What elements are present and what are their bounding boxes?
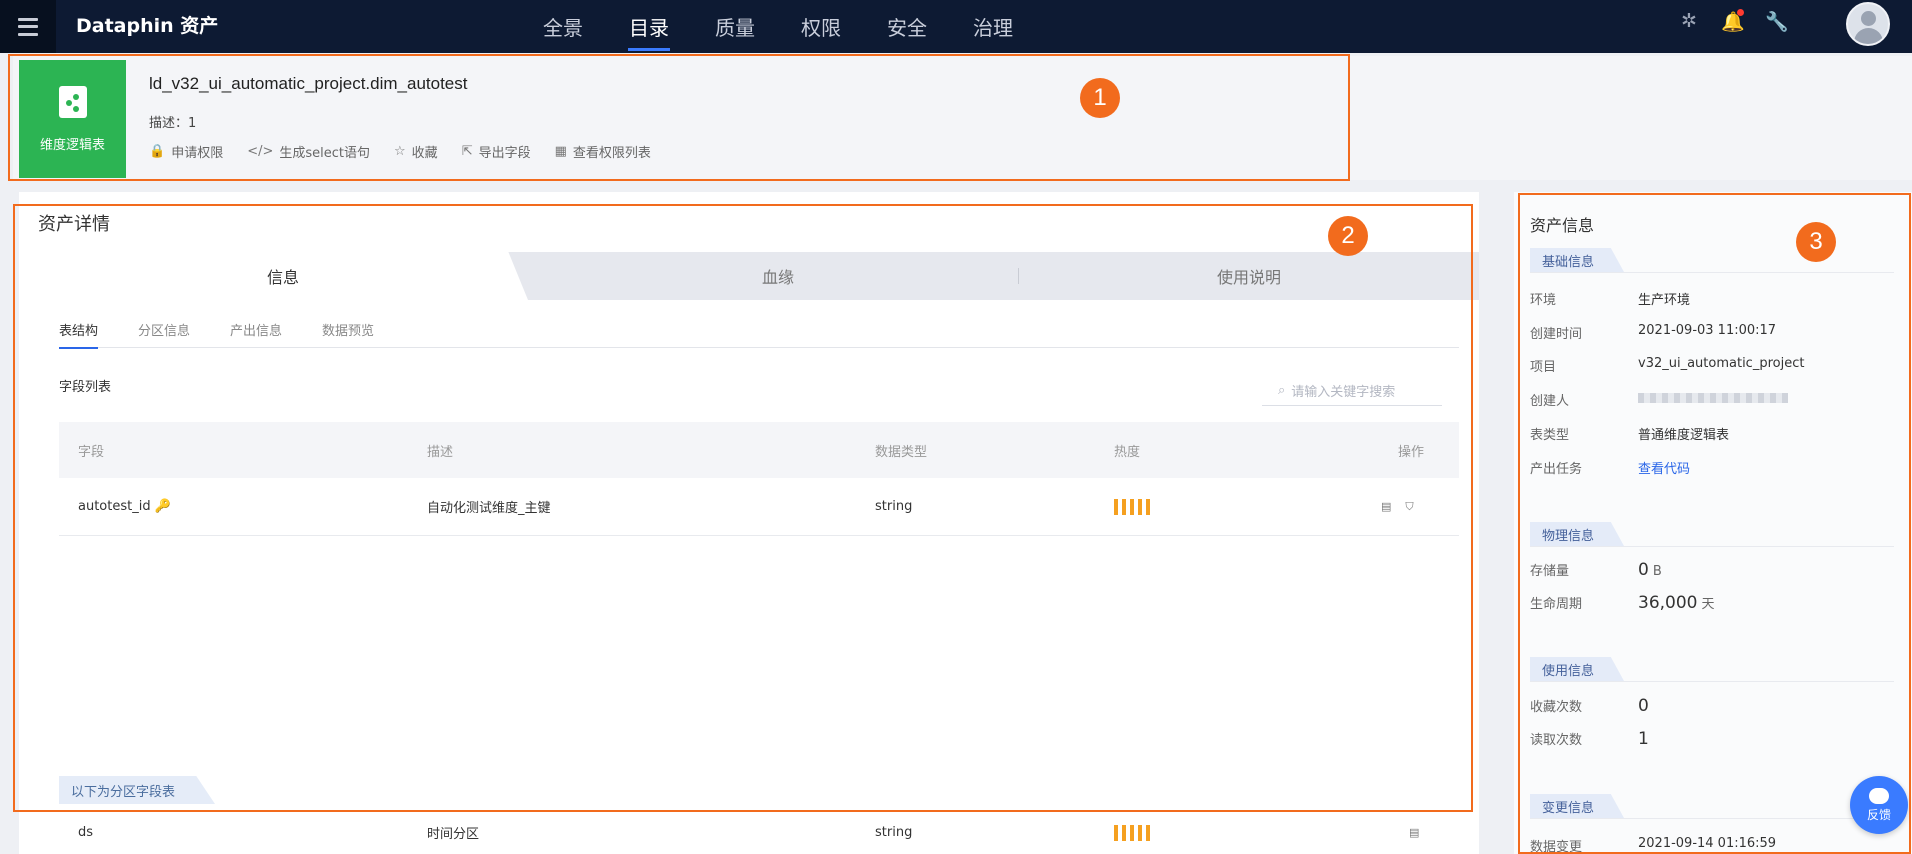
detail-icon[interactable]: ▤ — [1409, 826, 1419, 839]
asset-type-label: 维度逻辑表 — [39, 137, 105, 153]
tab-info[interactable]: 信息 — [38, 252, 528, 300]
table-header: 字段 描述 数据类型 热度 操作 — [59, 422, 1459, 478]
app-logo[interactable]: Dataphin 资产 — [76, 11, 218, 38]
view-code-link[interactable]: 查看代码 — [1638, 458, 1690, 477]
partition-table: ds 时间分区 string ▤ — [59, 804, 1459, 854]
nav-item-governance[interactable]: 治理 — [950, 0, 1036, 53]
info-row-created: 创建时间 2021-09-03 11:00:17 — [1530, 323, 1777, 342]
column-header-actions: 操作 — [1398, 444, 1425, 460]
search-placeholder: 请输入关键字搜索 — [1291, 385, 1396, 400]
info-row-output-task: 产出任务 查看代码 — [1530, 458, 1690, 477]
detail-tabs: 信息 血缘 使用说明 — [38, 252, 1479, 300]
table-row[interactable]: ds 时间分区 string ▤ — [59, 804, 1459, 854]
annotation-number-2: 2 — [1328, 216, 1368, 256]
primary-key-icon: 🔑 — [154, 499, 171, 514]
column-header-desc: 描述 — [427, 444, 454, 460]
subtab-table-structure[interactable]: 表结构 — [59, 320, 99, 349]
search-icon: ⌕ — [1278, 383, 1286, 398]
chat-icon — [1869, 787, 1889, 804]
generate-select-button[interactable]: </> 生成select语句 — [247, 142, 370, 161]
dimension-table-icon — [58, 85, 87, 118]
physical-info-label: 物理信息 — [1530, 522, 1624, 546]
notification-dot — [1737, 9, 1744, 16]
field-desc: 自动化测试维度_主键 — [427, 501, 551, 516]
panel-title: 资产详情 — [38, 214, 110, 235]
column-header-type: 数据类型 — [875, 444, 928, 460]
info-row-env: 环境 生产环境 — [1530, 293, 1691, 308]
field-name: autotest_id — [78, 499, 151, 514]
info-row-storage: 存储量 0 B — [1530, 560, 1662, 580]
asset-info-panel: 资产信息 基础信息 环境 生产环境 创建时间 2021-09-03 11:00:17… — [1514, 192, 1912, 854]
info-row-data-change: 数据变更 2021-09-14 01:16:59 — [1530, 836, 1777, 854]
annotation-number-1: 1 — [1080, 78, 1120, 118]
info-row-lifecycle: 生命周期 36,000 天 — [1530, 593, 1715, 613]
column-header-field: 字段 — [78, 444, 105, 460]
tab-usage-guide[interactable]: 使用说明 — [1019, 252, 1479, 300]
avatar[interactable] — [1846, 2, 1890, 46]
info-row-creator: 创建人 — [1530, 390, 1788, 409]
info-row-table-type: 表类型 普通维度逻辑表 — [1530, 428, 1730, 443]
nav-item-overview[interactable]: 全景 — [520, 0, 606, 53]
field-type: string — [875, 499, 913, 514]
subtab-output-info[interactable]: 产出信息 — [230, 320, 282, 348]
detail-icon[interactable]: ▤ — [1381, 500, 1391, 514]
field-desc: 时间分区 — [427, 827, 480, 842]
wrench-icon[interactable]: 🔧 — [1764, 8, 1790, 34]
tab-lineage[interactable]: 血缘 — [538, 252, 1018, 300]
field-table: 字段 描述 数据类型 热度 操作 autotest_id 🔑 自动化测试维度_主… — [59, 422, 1459, 536]
field-list-title: 字段列表 — [59, 380, 112, 395]
column-header-heat: 热度 — [1114, 444, 1141, 460]
header-actions: 🔒 申请权限 </> 生成select语句 ☆ 收藏 ⇱ 导出字段 ▦ 查看权限列表 — [149, 142, 651, 161]
favorite-button[interactable]: ☆ 收藏 — [394, 142, 438, 161]
field-type: string — [875, 825, 913, 840]
info-row-project: 项目 v32_ui_automatic_project — [1530, 356, 1805, 375]
nav-item-catalog[interactable]: 目录 — [606, 0, 692, 53]
redacted-name — [1638, 392, 1788, 403]
bug-icon[interactable]: ✲ — [1676, 8, 1702, 34]
shield-icon[interactable]: ⛉ — [1405, 500, 1413, 514]
heat-bars — [1114, 824, 1150, 841]
nav-item-permission[interactable]: 权限 — [778, 0, 864, 53]
list-icon: ▦ — [554, 144, 567, 159]
heat-bars — [1114, 498, 1150, 515]
table-row[interactable]: autotest_id 🔑 自动化测试维度_主键 string ▤ ⛉ — [59, 478, 1459, 536]
main-nav: 全景 目录 质量 权限 安全 治理 — [520, 0, 1036, 53]
field-name: ds — [78, 825, 94, 840]
lock-icon: 🔒 — [149, 144, 166, 159]
usage-info-label: 使用信息 — [1530, 657, 1624, 681]
feedback-button[interactable]: 反馈 — [1850, 776, 1908, 834]
nav-item-security[interactable]: 安全 — [864, 0, 950, 53]
bell-icon[interactable]: 🔔 — [1720, 8, 1746, 34]
asset-detail-panel: 资产详情 信息 血缘 使用说明 表结构 分区信息 产出信息 数据预览 字段列表 … — [19, 192, 1479, 854]
subtab-data-preview[interactable]: 数据预览 — [322, 320, 374, 348]
info-title: 资产信息 — [1530, 216, 1595, 235]
export-fields-button[interactable]: ⇱ 导出字段 — [462, 142, 531, 161]
export-icon: ⇱ — [461, 144, 473, 159]
apply-permission-button[interactable]: 🔒 申请权限 — [149, 142, 223, 161]
search-input[interactable]: ⌕ 请输入关键字搜索 — [1262, 376, 1442, 406]
view-permission-list-button[interactable]: ▦ 查看权限列表 — [555, 142, 651, 161]
subtab-partition-info[interactable]: 分区信息 — [138, 320, 190, 348]
info-row-favorites: 收藏次数 0 — [1530, 696, 1649, 716]
info-row-reads: 读取次数 1 — [1530, 729, 1649, 749]
code-icon: </> — [247, 144, 274, 159]
annotation-number-3: 3 — [1796, 222, 1836, 262]
asset-header: 维度逻辑表 ld_v32_ui_automatic_project.dim_au… — [13, 56, 1912, 180]
top-navbar: Dataphin 资产 全景 目录 质量 权限 安全 治理 ✲ 🔔 🔧 — [0, 0, 1912, 53]
partition-section-label: 以下为分区字段表 — [59, 776, 215, 804]
sub-tabs: 表结构 分区信息 产出信息 数据预览 — [59, 320, 1459, 349]
basic-info-label: 基础信息 — [1530, 248, 1624, 272]
star-icon: ☆ — [394, 144, 406, 159]
asset-type-badge: 维度逻辑表 — [19, 60, 126, 178]
table-name: ld_v32_ui_automatic_project.dim_autotest — [149, 74, 468, 93]
table-description: 描述：1 — [149, 116, 197, 131]
nav-item-quality[interactable]: 质量 — [692, 0, 778, 53]
menu-icon[interactable] — [0, 0, 56, 53]
change-info-label: 变更信息 — [1530, 794, 1624, 818]
